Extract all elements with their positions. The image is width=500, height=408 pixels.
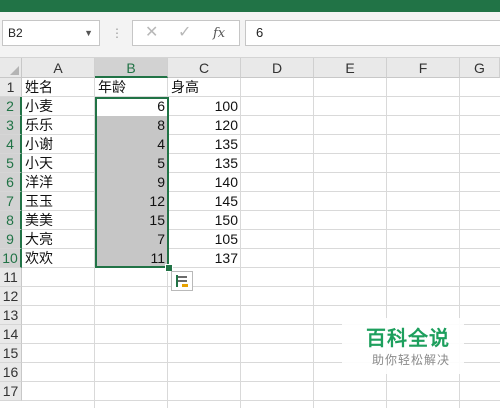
table-row-name[interactable]: 小麦 [22,97,95,116]
column-header-c[interactable]: C [168,58,241,78]
table-row-age[interactable]: 5 [95,154,168,173]
table-row-name[interactable]: 小天 [22,154,95,173]
table-row-name[interactable]: 乐乐 [22,116,95,135]
row-header[interactable]: 13 [0,306,22,325]
row-header[interactable]: 4 [0,135,22,154]
table-row-height[interactable]: 137 [168,249,241,268]
name-box-value: B2 [8,26,23,40]
table-row-name[interactable]: 洋洋 [22,173,95,192]
row-header[interactable]: 3 [0,116,22,135]
table-row-height[interactable]: 145 [168,192,241,211]
table-row-age[interactable]: 6 [95,97,168,116]
cell-a1[interactable]: 姓名 [22,78,95,97]
quick-analysis-spark [182,284,188,287]
cancel-icon[interactable]: ✕ [145,23,158,43]
table-row-name[interactable]: 欢欢 [22,249,95,268]
row-header[interactable]: 16 [0,363,22,382]
row-header[interactable]: 10 [0,249,22,268]
table-row-age[interactable]: 7 [95,230,168,249]
quick-analysis-line [178,280,187,282]
table-row-height[interactable]: 140 [168,173,241,192]
row-header[interactable]: 9 [0,230,22,249]
column-header-f[interactable]: F [387,58,460,78]
row-header[interactable]: 17 [0,382,22,401]
table-row-name[interactable]: 小谢 [22,135,95,154]
title-bar-strip [0,0,500,12]
table-row-name[interactable]: 玉玉 [22,192,95,211]
more-options-icon[interactable]: ⋮ [111,26,123,40]
insert-function-icon[interactable]: fx [213,24,225,44]
row-header[interactable]: 2 [0,97,22,116]
select-all-corner[interactable] [0,58,22,78]
row-header[interactable]: 7 [0,192,22,211]
table-row-age[interactable]: 9 [95,173,168,192]
quick-analysis-icon[interactable] [171,271,193,291]
table-row-height[interactable]: 100 [168,97,241,116]
column-header-g[interactable]: G [460,58,500,78]
table-row-name[interactable]: 大亮 [22,230,95,249]
watermark-subtitle: 助你轻松解决 [372,353,451,367]
formula-toolbar: B2 ▼ ⋮ ✕ ✓ fx 6 [0,12,500,58]
table-row-age[interactable]: 12 [95,192,168,211]
table-row-age[interactable]: 15 [95,211,168,230]
table-row-height[interactable]: 150 [168,211,241,230]
row-header[interactable]: 1 [0,78,22,97]
row-header[interactable]: 6 [0,173,22,192]
table-row-height[interactable]: 120 [168,116,241,135]
row-header[interactable]: 8 [0,211,22,230]
row-header[interactable]: 12 [0,287,22,306]
row-header[interactable]: 14 [0,325,22,344]
formula-buttons: ✕ ✓ fx [132,20,240,46]
chevron-down-icon[interactable]: ▼ [84,21,93,45]
formula-input[interactable]: 6 [245,20,500,46]
table-row-age[interactable]: 4 [95,135,168,154]
table-row-age[interactable]: 11 [95,249,168,268]
table-row-age[interactable]: 8 [95,116,168,135]
column-header-a[interactable]: A [22,58,95,78]
column-header-e[interactable]: E [314,58,387,78]
row-header[interactable]: 11 [0,268,22,287]
cell-c1[interactable]: 身高 [168,78,241,97]
enter-icon[interactable]: ✓ [178,23,191,43]
table-row-height[interactable]: 135 [168,135,241,154]
quick-analysis-line [178,276,187,278]
row-header[interactable]: 5 [0,154,22,173]
watermark: 百科全说 助你轻松解决 [342,318,464,374]
column-header-b[interactable]: B [95,58,168,78]
row-header[interactable]: 15 [0,344,22,363]
table-row-height[interactable]: 105 [168,230,241,249]
cell-b1[interactable]: 年龄 [95,78,168,97]
watermark-title: 百科全说 [366,328,450,350]
name-box[interactable]: B2 ▼ [2,20,100,46]
table-row-height[interactable]: 135 [168,154,241,173]
column-header-d[interactable]: D [241,58,314,78]
table-row-name[interactable]: 美美 [22,211,95,230]
